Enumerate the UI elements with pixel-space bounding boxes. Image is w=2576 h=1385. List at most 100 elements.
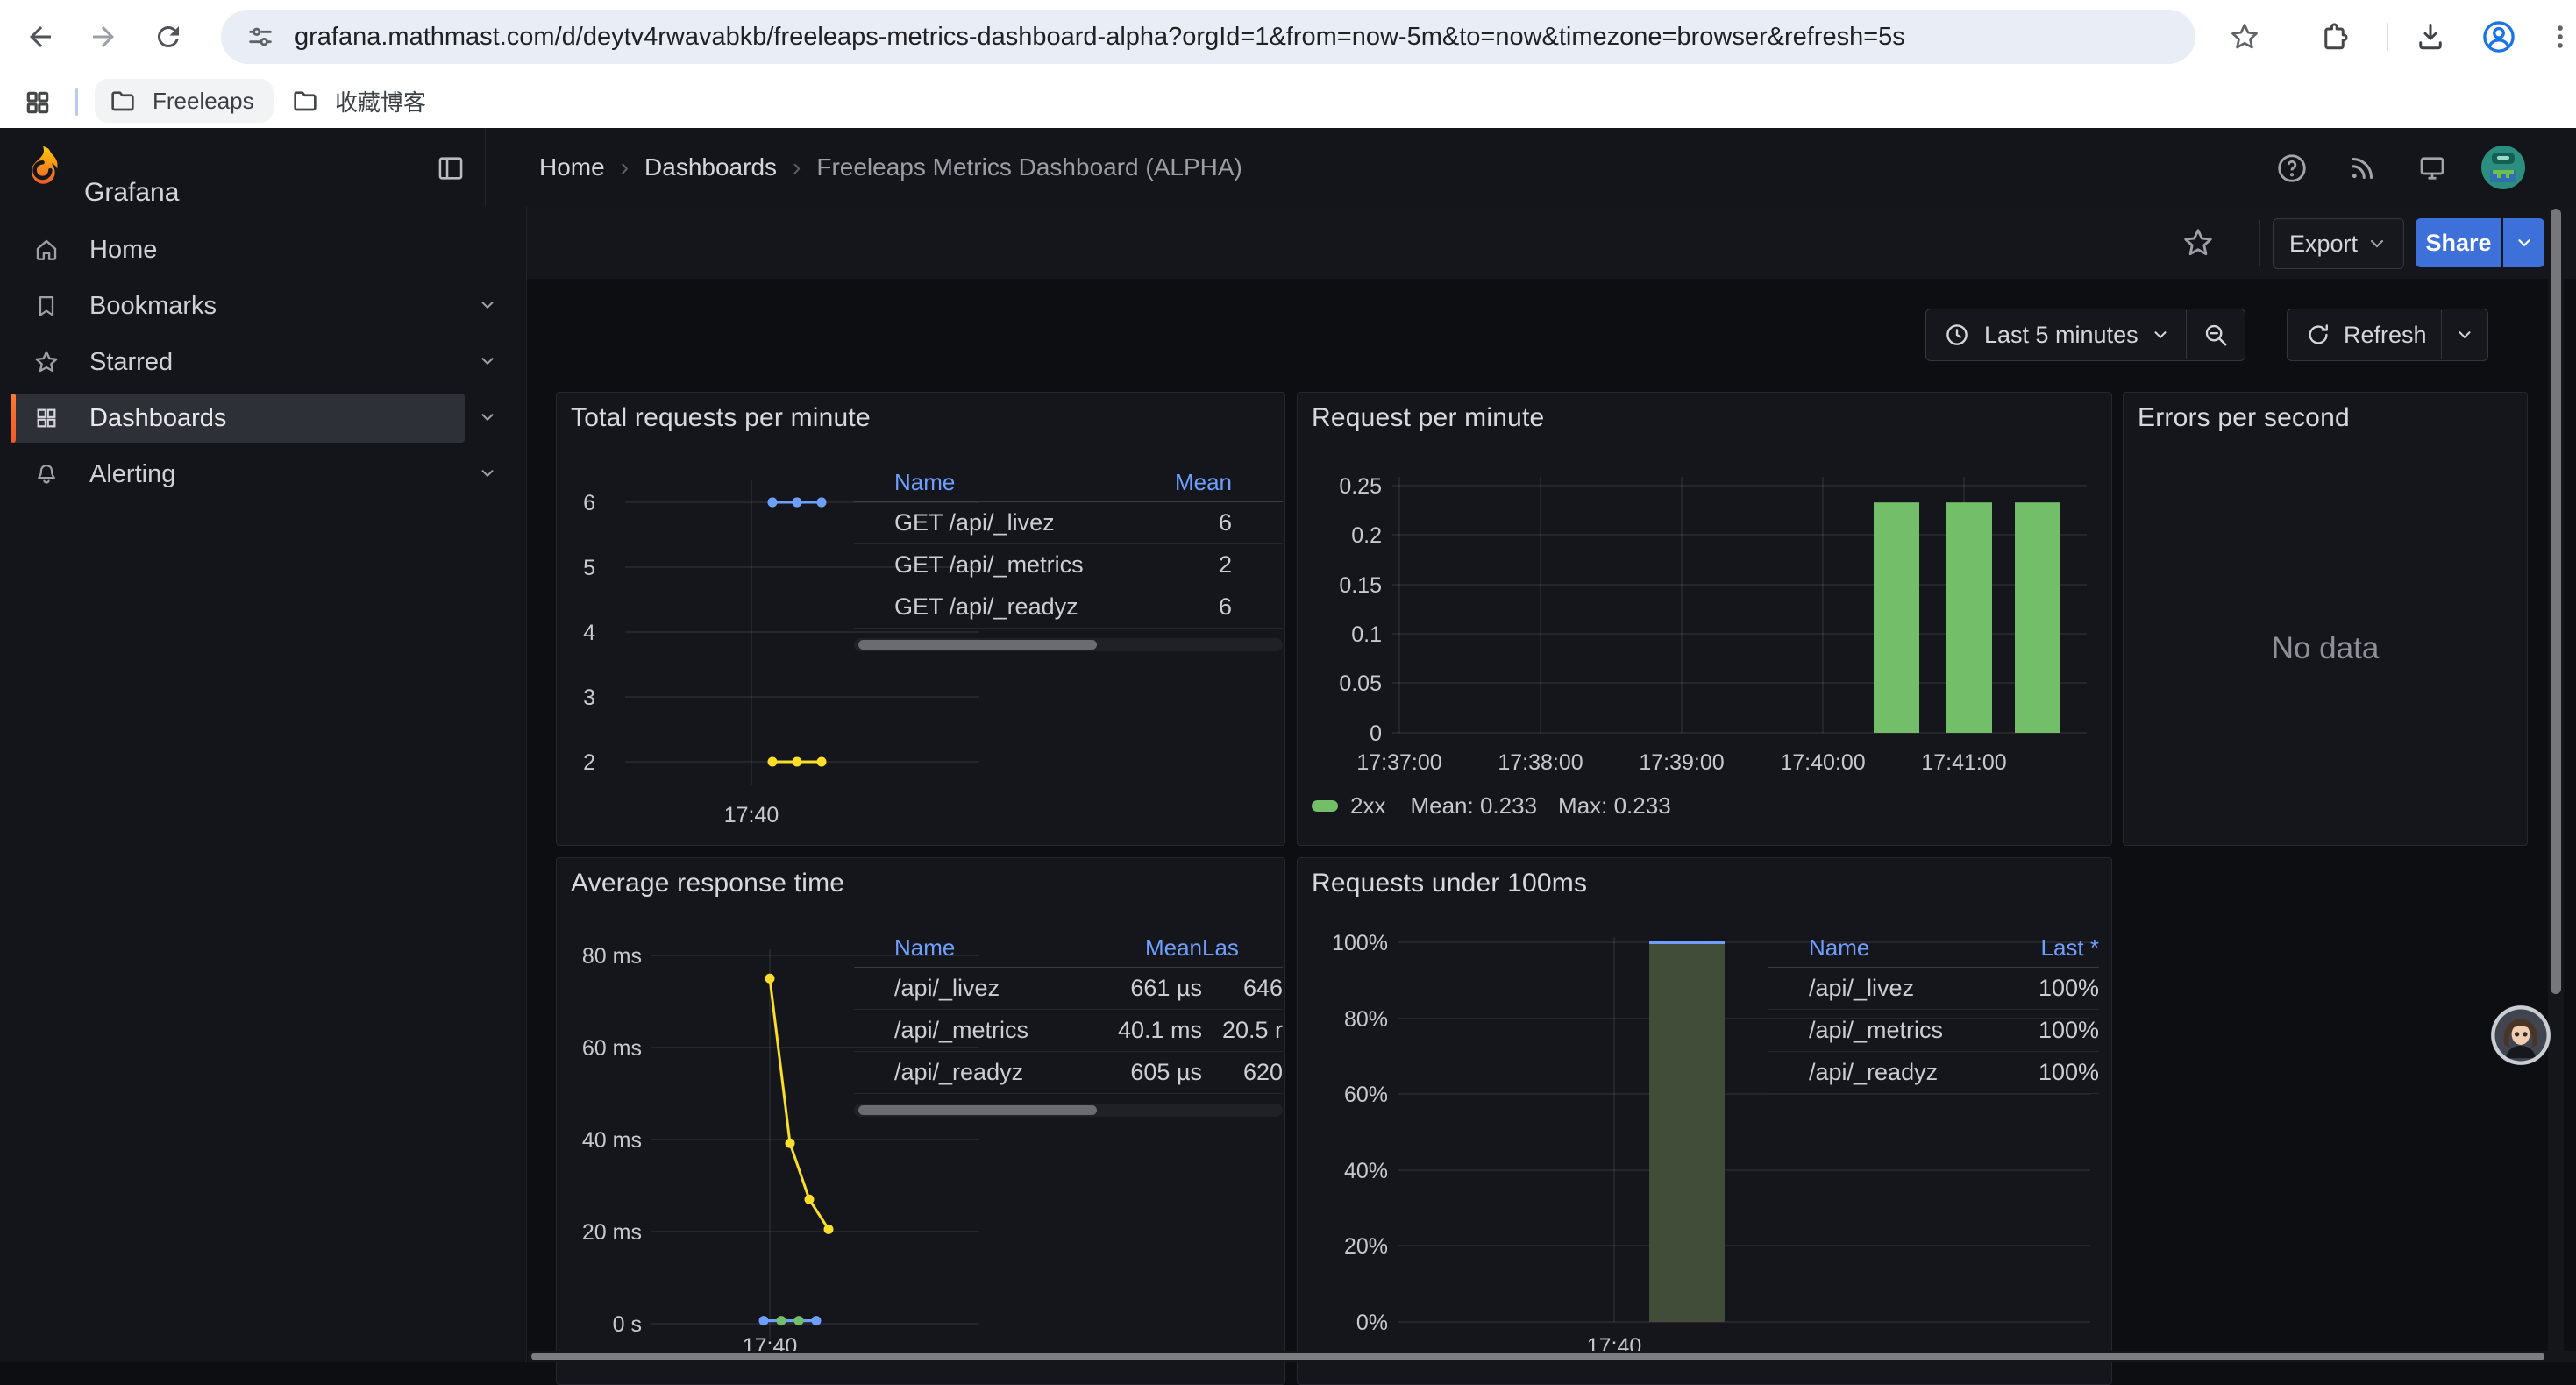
legend-row[interactable]: /api/_livez661 µs646: [854, 968, 1283, 1010]
svg-text:17:41:00: 17:41:00: [1921, 750, 2006, 775]
zoom-out-icon[interactable]: [2187, 322, 2245, 348]
svg-text:60%: 60%: [1344, 1083, 1388, 1107]
grafana-logo[interactable]: [21, 146, 63, 189]
back-icon[interactable]: [23, 19, 58, 54]
user-avatar[interactable]: [2481, 146, 2525, 189]
chevron-down-icon[interactable]: [2151, 325, 2170, 344]
breadcrumb: Home › Dashboards › Freeleaps Metrics Da…: [539, 153, 1242, 181]
share-dropdown-button[interactable]: [2503, 218, 2544, 267]
panel-legend[interactable]: NameMeanGET /api/_livez6GET /api/_metric…: [854, 463, 1283, 651]
svg-text:0%: 0%: [1356, 1310, 1388, 1335]
scrollbar-thumb[interactable]: [531, 1353, 2544, 1360]
legend-scrollbar[interactable]: [854, 1104, 1283, 1117]
refresh-button[interactable]: Refresh: [2344, 322, 2427, 349]
chevron-down-icon[interactable]: [473, 291, 502, 319]
panel-legend[interactable]: NameMeanLas/api/_livez661 µs646/api/_met…: [854, 928, 1283, 1117]
svg-text:100%: 100%: [1332, 931, 1388, 955]
bookmark-label: Freeleaps: [153, 88, 254, 115]
favorite-star-icon[interactable]: [2180, 224, 2217, 261]
kiosk-monitor-icon[interactable]: [2413, 149, 2451, 188]
svg-text:0.2: 0.2: [1351, 523, 1382, 548]
sidebar-item-label: Bookmarks: [89, 292, 217, 321]
sidebar-item-home[interactable]: Home: [11, 225, 465, 274]
profile-icon[interactable]: [2480, 18, 2518, 56]
browser-toolbar: grafana.mathmast.com/d/deytv4rwavabkb/fr…: [0, 0, 2576, 74]
svg-text:0.05: 0.05: [1339, 671, 1382, 696]
scrollbar-thumb[interactable]: [858, 1105, 1097, 1115]
brand-name[interactable]: Grafana: [84, 178, 179, 208]
header-divider: [485, 128, 486, 207]
sidebar-item-label: Home: [89, 236, 157, 265]
panel-legend[interactable]: 2xx Mean: 0.233 Max: 0.233: [1312, 792, 1671, 820]
dock-sidebar-icon[interactable]: [431, 149, 470, 188]
svg-text:2: 2: [583, 750, 595, 775]
legend-row[interactable]: /api/_metrics40.1 ms20.5 r: [854, 1010, 1283, 1052]
svg-text:3: 3: [583, 685, 595, 710]
url-bar[interactable]: grafana.mathmast.com/d/deytv4rwavabkb/fr…: [221, 10, 2195, 64]
assistant-avatar[interactable]: [2490, 1005, 2551, 1066]
news-rss-icon[interactable]: [2343, 149, 2381, 188]
refresh-interval-dropdown[interactable]: [2442, 325, 2487, 344]
svg-text:60 ms: 60 ms: [582, 1036, 642, 1061]
sidebar-item-alerting[interactable]: Alerting: [11, 450, 465, 499]
bookmark-folder-freeleaps[interactable]: Freeleaps: [95, 79, 274, 123]
panel-average-response-time[interactable]: Average response time 80 ms60 ms40 ms20 …: [556, 857, 1285, 1385]
sidebar-item-label: Alerting: [89, 460, 175, 489]
scrollbar-thumb[interactable]: [858, 640, 1097, 650]
legend-row[interactable]: /api/_metrics100%: [1768, 1010, 2099, 1052]
sidebar-item-starred[interactable]: Starred: [11, 337, 465, 387]
panel-requests-under-100ms[interactable]: Requests under 100ms 100%80%60%40%20%0%1…: [1297, 857, 2112, 1385]
time-range-picker[interactable]: Last 5 minutes: [1984, 322, 2138, 349]
export-label: Export: [2289, 231, 2358, 258]
panel-errors-per-second[interactable]: Errors per second No data: [2123, 392, 2528, 846]
horizontal-scrollbar[interactable]: [528, 1351, 2576, 1362]
svg-text:80 ms: 80 ms: [582, 944, 642, 969]
site-info-icon[interactable]: [246, 22, 275, 52]
share-button[interactable]: Share: [2416, 218, 2501, 267]
chevron-down-icon[interactable]: [473, 459, 502, 487]
forward-icon[interactable]: [86, 19, 121, 54]
svg-text:17:40:00: 17:40:00: [1780, 750, 1865, 775]
share-label: Share: [2425, 230, 2491, 257]
chevron-down-icon[interactable]: [473, 403, 502, 431]
sidebar-item-dashboards[interactable]: Dashboards: [11, 394, 465, 443]
legend-row[interactable]: /api/_livez100%: [1768, 968, 2099, 1010]
chevron-down-icon[interactable]: [473, 347, 502, 375]
bookmarks-bar: Freeleaps 收藏博客: [0, 74, 2576, 128]
legend-series-label[interactable]: 2xx: [1350, 792, 1385, 820]
extensions-icon[interactable]: [2318, 19, 2353, 54]
help-icon[interactable]: [2273, 149, 2311, 188]
svg-text:17:37:00: 17:37:00: [1356, 750, 1441, 775]
bookmark-folder-blogs[interactable]: 收藏博客: [277, 79, 445, 123]
svg-text:40 ms: 40 ms: [582, 1128, 642, 1153]
legend-row[interactable]: GET /api/_metrics2: [854, 544, 1283, 586]
reload-icon[interactable]: [151, 19, 186, 54]
legend-row[interactable]: /api/_readyz605 µs620: [854, 1052, 1283, 1094]
download-icon[interactable]: [2413, 19, 2448, 54]
panel-total-requests[interactable]: Total requests per minute 6543217:40 Nam…: [556, 392, 1285, 846]
legend-scrollbar[interactable]: [854, 638, 1283, 651]
sidebar-item-bookmarks[interactable]: Bookmarks: [11, 281, 465, 330]
vertical-scrollbar[interactable]: [2548, 207, 2564, 1362]
legend-header: NameLast *: [1768, 928, 2099, 968]
bookmark-star-icon[interactable]: [2227, 19, 2262, 54]
panel-legend[interactable]: NameLast */api/_livez100%/api/_metrics10…: [1768, 928, 2099, 1094]
active-item-accent: [11, 394, 16, 443]
refresh-sync-icon: [2305, 322, 2331, 348]
legend-row[interactable]: GET /api/_readyz6: [854, 586, 1283, 629]
toolbar-divider: [2387, 23, 2388, 51]
url-text[interactable]: grafana.mathmast.com/d/deytv4rwavabkb/fr…: [295, 23, 1905, 52]
sidebar-item-label: Dashboards: [89, 404, 226, 433]
panel-request-per-minute[interactable]: Request per minute 0.250.20.150.10.05017…: [1297, 392, 2112, 846]
breadcrumb-home[interactable]: Home: [539, 153, 605, 181]
panel-title[interactable]: Errors per second: [2138, 403, 2350, 433]
legend-row[interactable]: GET /api/_livez6: [854, 502, 1283, 544]
legend-row[interactable]: /api/_readyz100%: [1768, 1052, 2099, 1094]
scrollbar-thumb[interactable]: [2551, 209, 2561, 994]
browser-menu-icon[interactable]: [2544, 19, 2576, 54]
breadcrumb-dashboards[interactable]: Dashboards: [644, 153, 777, 181]
export-button[interactable]: Export: [2273, 218, 2404, 269]
svg-text:6: 6: [583, 491, 595, 515]
legend-pill: [1312, 800, 1338, 812]
apps-grid-icon[interactable]: [21, 86, 54, 119]
